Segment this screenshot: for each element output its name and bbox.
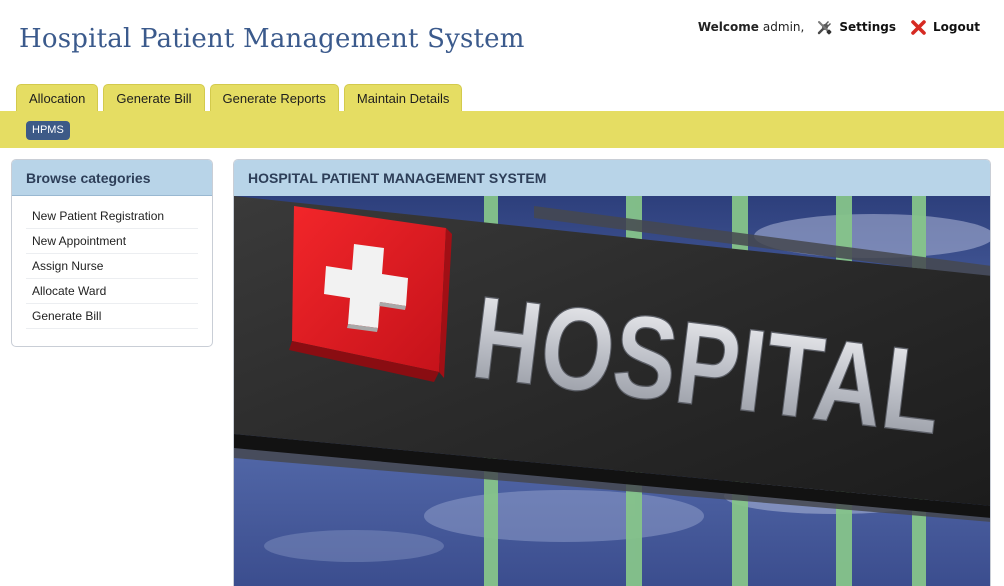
settings-link[interactable]: Settings — [816, 19, 896, 36]
main-tabs: Allocation Generate Bill Generate Report… — [16, 84, 467, 112]
close-icon — [910, 19, 927, 36]
category-list: New Patient Registration New Appointment… — [26, 204, 198, 329]
main-title: HOSPITAL PATIENT MANAGEMENT SYSTEM — [234, 160, 990, 196]
app-title: Hospital Patient Management System — [19, 24, 525, 54]
sidebar-item-assign-nurse[interactable]: Assign Nurse — [26, 254, 198, 279]
hospital-hero-image: HOSPITAL — [234, 196, 990, 586]
main-panel: HOSPITAL PATIENT MANAGEMENT SYSTEM HOSPI… — [233, 159, 991, 586]
sidebar-item-new-patient-registration[interactable]: New Patient Registration — [26, 204, 198, 229]
sidebar-item-new-appointment[interactable]: New Appointment — [26, 229, 198, 254]
username: admin, — [762, 20, 805, 34]
tab-allocation[interactable]: Allocation — [16, 84, 99, 112]
settings-label: Settings — [839, 20, 896, 34]
sub-nav-bar: HPMS — [0, 111, 1004, 148]
logout-label: Logout — [932, 20, 980, 34]
browse-categories-panel: Browse categories New Patient Registrati… — [11, 159, 213, 347]
logout-link[interactable]: Logout — [910, 19, 980, 36]
tab-maintain-details[interactable]: Maintain Details — [343, 84, 463, 112]
sidebar-title: Browse categories — [12, 160, 212, 196]
tab-generate-bill[interactable]: Generate Bill — [103, 84, 205, 112]
welcome-label: Welcome — [697, 20, 759, 34]
hpms-home-chip[interactable]: HPMS — [26, 121, 70, 140]
user-bar: Welcome admin, Settings Logout — [698, 18, 980, 36]
sidebar-item-generate-bill[interactable]: Generate Bill — [26, 304, 198, 329]
sidebar-item-allocate-ward[interactable]: Allocate Ward — [26, 279, 198, 304]
tools-icon — [816, 19, 833, 36]
header: Hospital Patient Management System Welco… — [0, 0, 1004, 84]
tab-generate-reports[interactable]: Generate Reports — [209, 84, 339, 112]
